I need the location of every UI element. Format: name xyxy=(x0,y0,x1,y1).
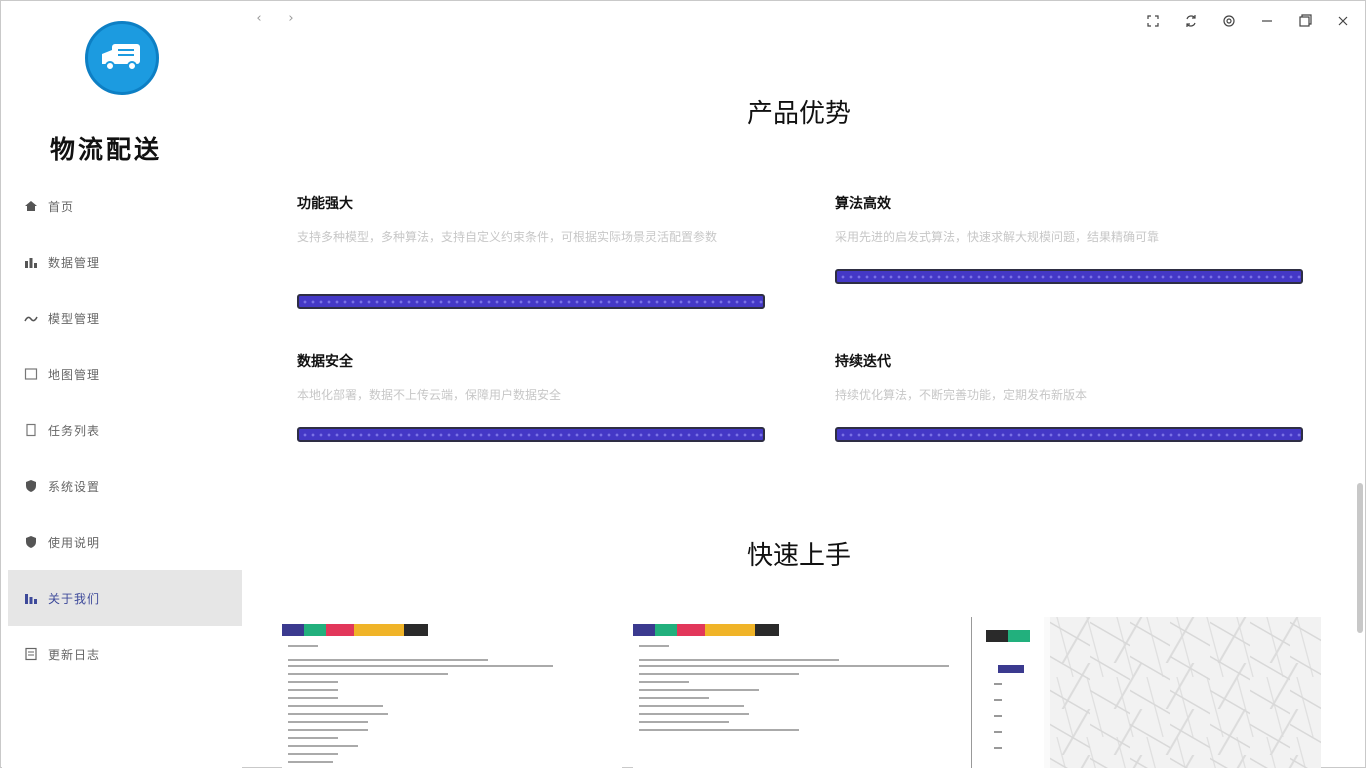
sidebar-item-data[interactable]: 数据管理 xyxy=(8,234,242,290)
history-nav: ‹ › xyxy=(251,11,299,26)
sidebar-item-label: 关于我们 xyxy=(48,591,101,606)
sidebar-item-label: 模型管理 xyxy=(48,311,101,326)
truck-logo-icon xyxy=(85,21,159,95)
sidebar-item-label: 地图管理 xyxy=(48,367,101,382)
sidebar-item-map[interactable]: 地图管理 xyxy=(8,346,242,402)
close-icon[interactable] xyxy=(1331,9,1355,33)
thumb-toolbar xyxy=(633,624,779,636)
sidebar-item-home[interactable]: 首页 xyxy=(8,178,242,234)
sidebar-nav: 首页 数据管理 模型管理 地图管理 任务列表 系统设置 使用说明 关于我们 更新… xyxy=(8,178,242,682)
feature-image xyxy=(835,427,1303,442)
sidebar-item-settings[interactable]: 系统设置 xyxy=(8,458,242,514)
back-button[interactable]: ‹ xyxy=(251,11,267,26)
refresh-icon[interactable] xyxy=(1179,9,1203,33)
feature-image xyxy=(835,269,1303,284)
sidebar-item-label: 首页 xyxy=(48,199,75,214)
feature-desc: 持续优化算法，不断完善功能，定期发布新版本 xyxy=(835,388,1088,402)
document-icon xyxy=(24,423,38,437)
map-panel xyxy=(972,617,1044,768)
sidebar: 物流配送 首页 数据管理 模型管理 地图管理 任务列表 系统设置 使用说明 关于… xyxy=(2,2,242,768)
forward-button[interactable]: › xyxy=(283,11,299,26)
bar-chart-icon xyxy=(24,255,38,269)
quickstart-screenshot xyxy=(282,617,622,768)
sidebar-item-guide[interactable]: 使用说明 xyxy=(8,514,242,570)
map-view xyxy=(1050,617,1321,768)
sidebar-item-label: 数据管理 xyxy=(48,255,101,270)
list-icon xyxy=(24,647,38,661)
feature-card: 持续迭代 持续优化算法，不断完善功能，定期发布新版本 xyxy=(835,351,1305,407)
thumb-toolbar xyxy=(282,624,428,636)
sidebar-item-label: 更新日志 xyxy=(48,647,101,662)
feature-desc: 支持多种模型，多种算法，支持自定义约束条件，可根据实际场景灵活配置参数 xyxy=(297,230,718,244)
sidebar-item-label: 任务列表 xyxy=(48,423,101,438)
sidebar-item-label: 使用说明 xyxy=(48,535,101,550)
feature-title: 持续迭代 xyxy=(835,354,891,370)
settings-gear-icon[interactable] xyxy=(1217,9,1241,33)
screenshot-icon[interactable] xyxy=(1141,9,1165,33)
feature-title: 功能强大 xyxy=(297,196,353,212)
feature-title: 数据安全 xyxy=(297,354,353,370)
feature-image xyxy=(297,294,765,309)
sidebar-item-changelog[interactable]: 更新日志 xyxy=(8,626,242,682)
shield-icon xyxy=(24,535,38,549)
feature-card: 算法高效 采用先进的启发式算法，快速求解大规模问题，结果精确可靠 xyxy=(835,193,1305,249)
feature-card: 功能强大 支持多种模型，多种算法，支持自定义约束条件，可根据实际场景灵活配置参数 xyxy=(297,193,767,249)
home-icon xyxy=(24,199,38,213)
advantages-title: 产品优势 xyxy=(746,99,851,129)
quickstart-map-screenshot xyxy=(971,617,1321,768)
scrollbar[interactable] xyxy=(1357,483,1363,633)
wave-icon xyxy=(24,311,38,325)
feature-card: 数据安全 本地化部署，数据不上传云端，保障用户数据安全 xyxy=(297,351,767,407)
feature-image xyxy=(297,427,765,442)
feature-desc: 采用先进的启发式算法，快速求解大规模问题，结果精确可靠 xyxy=(835,230,1160,244)
feature-title: 算法高效 xyxy=(835,196,891,212)
app-name: 物流配送 xyxy=(50,135,163,164)
window-controls xyxy=(1141,9,1355,33)
sidebar-item-label: 系统设置 xyxy=(48,479,101,494)
sidebar-item-tasks[interactable]: 任务列表 xyxy=(8,402,242,458)
quickstart-screenshot xyxy=(633,617,973,768)
main-content: 产品优势 功能强大 支持多种模型，多种算法，支持自定义约束条件，可根据实际场景灵… xyxy=(242,41,1356,768)
maximize-icon[interactable] xyxy=(1293,9,1317,33)
feature-desc: 本地化部署，数据不上传云端，保障用户数据安全 xyxy=(297,388,562,402)
shield-icon xyxy=(24,479,38,493)
bar-chart-icon xyxy=(24,591,38,605)
map-icon xyxy=(24,367,38,381)
minimize-icon[interactable] xyxy=(1255,9,1279,33)
quickstart-title: 快速上手 xyxy=(746,541,851,571)
sidebar-item-about[interactable]: 关于我们 xyxy=(8,570,242,626)
sidebar-item-model[interactable]: 模型管理 xyxy=(8,290,242,346)
app-window: 物流配送 首页 数据管理 模型管理 地图管理 任务列表 系统设置 使用说明 关于… xyxy=(0,0,1366,768)
